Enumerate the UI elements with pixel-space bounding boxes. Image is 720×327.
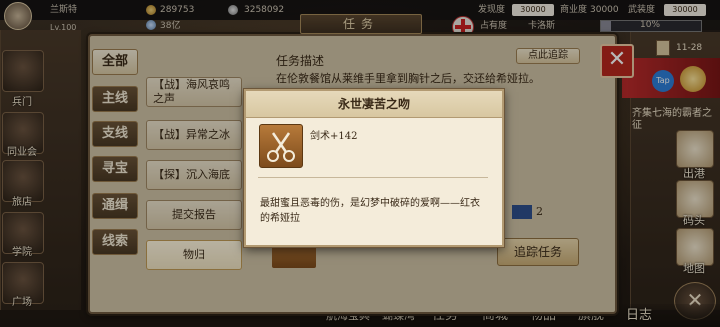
scissors-icon (259, 124, 303, 168)
item-flavor-text: 最甜蜜且恶毒的伤，是幻梦中破碎的爱啊——红衣的希娅拉 (260, 198, 480, 224)
item-popup: 永世凄苦之吻 剑术+142 最甜蜜且恶毒的伤，是幻梦中破碎的爱啊——红衣的希娅拉 (244, 89, 504, 247)
popup-title: 永世凄苦之吻 (337, 97, 410, 111)
popup-divider (258, 177, 488, 178)
item-reward-text: 剑术+142 (310, 131, 358, 142)
